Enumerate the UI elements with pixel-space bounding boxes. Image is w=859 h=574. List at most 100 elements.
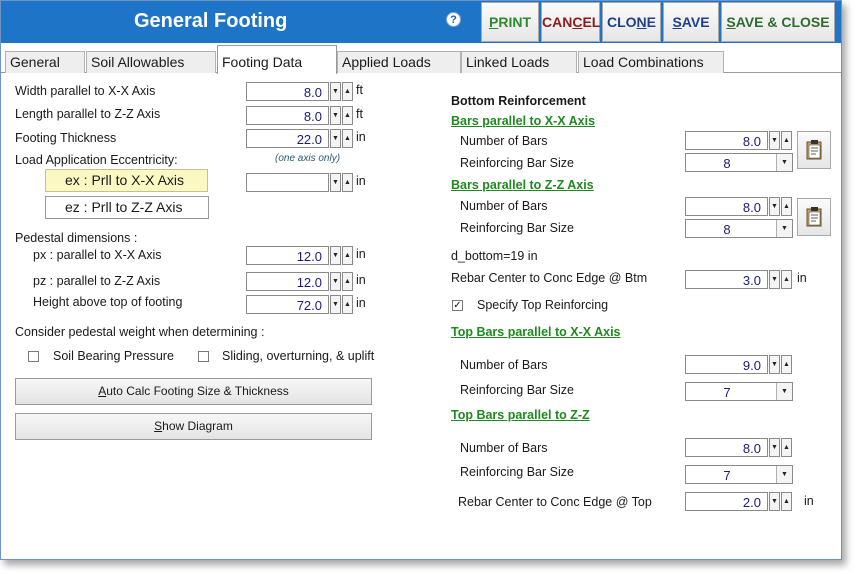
bars-x-number-input[interactable]: 8.0 (685, 131, 768, 150)
bars-x-size-label: Reinforcing Bar Size (460, 156, 574, 170)
pedestal-height-increment-icon[interactable]: ▲ (342, 295, 353, 314)
width-dropdown-icon[interactable]: ▼ (330, 82, 341, 101)
px-input[interactable]: 12.0 (246, 246, 329, 265)
top-z-number-input[interactable]: 8.0 (685, 438, 768, 457)
help-icon[interactable]: ? (446, 12, 461, 27)
specify-top-checkbox[interactable]: ✓ (452, 300, 463, 311)
top-bars-x-link[interactable]: Top Bars parallel to X-X Axis (451, 325, 621, 339)
auto-calc-footing-button[interactable]: Auto Calc Footing Size & Thickness (15, 378, 372, 405)
show-diagram-button[interactable]: Show Diagram (15, 413, 372, 440)
ex-eccentricity-button[interactable]: ex : Prll to X-X Axis (45, 169, 208, 192)
length-input[interactable]: 8.0 (246, 106, 329, 125)
length-unit: ft (356, 107, 363, 121)
tab-applied-loads[interactable]: Applied Loads (337, 51, 461, 73)
bars-z-size-select[interactable]: 8 ▼ (685, 219, 793, 238)
rebar-btm-dropdown-icon[interactable]: ▼ (769, 270, 780, 289)
px-dropdown-icon[interactable]: ▼ (330, 246, 341, 265)
thickness-dropdown-icon[interactable]: ▼ (330, 129, 341, 148)
bars-x-number-label: Number of Bars (460, 134, 548, 148)
top-x-number-increment-icon[interactable]: ▲ (781, 355, 792, 374)
eccentricity-increment-icon[interactable]: ▲ (342, 173, 353, 192)
thickness-unit: in (356, 130, 366, 144)
general-footing-window: General Footing ? PRINT CANCEL CLONE SAV… (0, 0, 842, 560)
rebar-top-input[interactable]: 2.0 (685, 492, 768, 511)
bars-x-link[interactable]: Bars parallel to X-X Axis (451, 114, 595, 128)
top-z-number-label: Number of Bars (460, 441, 548, 455)
top-z-number-dropdown-icon[interactable]: ▼ (769, 438, 780, 457)
length-dropdown-icon[interactable]: ▼ (330, 106, 341, 125)
chevron-down-icon: ▼ (776, 383, 792, 400)
bars-x-number-increment-icon[interactable]: ▲ (781, 131, 792, 150)
specify-top-label: Specify Top Reinforcing (477, 298, 609, 312)
pedestal-dimensions-label: Pedestal dimensions : (15, 231, 138, 245)
eccentricity-hint: (one axis only) (275, 153, 341, 164)
px-increment-icon[interactable]: ▲ (342, 246, 353, 265)
rebar-btm-increment-icon[interactable]: ▲ (781, 270, 792, 289)
top-x-number-input[interactable]: 9.0 (685, 355, 768, 374)
eccentricity-input[interactable] (246, 173, 329, 192)
thickness-input[interactable]: 22.0 (246, 129, 329, 148)
chevron-down-icon: ▼ (776, 466, 792, 483)
bars-z-number-increment-icon[interactable]: ▲ (781, 197, 792, 216)
top-x-size-label: Reinforcing Bar Size (460, 383, 574, 397)
length-increment-icon[interactable]: ▲ (342, 106, 353, 125)
clone-button[interactable]: CLONE (602, 2, 661, 42)
top-z-number-increment-icon[interactable]: ▲ (781, 438, 792, 457)
save-and-close-button[interactable]: SAVE & CLOSE (721, 2, 835, 42)
width-label: Width parallel to X-X Axis (15, 84, 156, 98)
chevron-down-icon: ▼ (776, 220, 792, 237)
tab-linked-loads[interactable]: Linked Loads (461, 51, 577, 73)
print-button[interactable]: PRINT (481, 2, 539, 42)
title-bar: General Footing ? PRINT CANCEL CLONE SAV… (1, 1, 841, 43)
tab-soil-allowables[interactable]: Soil Allowables (86, 51, 216, 73)
rebar-btm-label: Rebar Center to Conc Edge @ Btm (451, 271, 648, 285)
bottom-reinforcement-title: Bottom Reinforcement (451, 94, 586, 108)
bars-z-number-dropdown-icon[interactable]: ▼ (769, 197, 780, 216)
bars-x-number-dropdown-icon[interactable]: ▼ (769, 131, 780, 150)
bars-z-number-input[interactable]: 8.0 (685, 197, 768, 216)
clipboard-icon[interactable] (797, 198, 831, 236)
rebar-btm-input[interactable]: 3.0 (685, 270, 768, 289)
thickness-increment-icon[interactable]: ▲ (342, 129, 353, 148)
chevron-down-icon: ▼ (776, 154, 792, 171)
tab-general[interactable]: General (5, 51, 85, 73)
thickness-label: Footing Thickness (15, 131, 117, 145)
width-input[interactable]: 8.0 (246, 82, 329, 101)
bars-x-size-select[interactable]: 8 ▼ (685, 153, 793, 172)
tab-strip: General Soil Allowables Footing Data App… (1, 43, 841, 74)
save-button[interactable]: SAVE (663, 2, 719, 42)
top-x-number-dropdown-icon[interactable]: ▼ (769, 355, 780, 374)
rebar-top-unit: in (804, 494, 814, 508)
pz-input[interactable]: 12.0 (246, 272, 329, 291)
pedestal-height-label: Height above top of footing (33, 295, 183, 309)
d-bottom-text: d_bottom=19 in (451, 249, 538, 263)
px-unit: in (356, 247, 366, 261)
bars-z-link[interactable]: Bars parallel to Z-Z Axis (451, 178, 594, 192)
rebar-btm-unit: in (797, 271, 807, 285)
pz-dropdown-icon[interactable]: ▼ (330, 272, 341, 291)
pz-unit: in (356, 273, 366, 287)
top-bars-z-link[interactable]: Top Bars parallel to Z-Z (451, 408, 590, 422)
top-z-size-select[interactable]: 7 ▼ (685, 465, 793, 484)
pz-increment-icon[interactable]: ▲ (342, 272, 353, 291)
width-increment-icon[interactable]: ▲ (342, 82, 353, 101)
clipboard-icon[interactable] (797, 131, 831, 169)
eccentricity-unit: in (356, 174, 366, 188)
soil-bearing-checkbox[interactable] (28, 351, 39, 362)
ez-eccentricity-button[interactable]: ez : Prll to Z-Z Axis (45, 196, 209, 219)
pedestal-height-dropdown-icon[interactable]: ▼ (330, 295, 341, 314)
pedestal-height-input[interactable]: 72.0 (246, 295, 329, 314)
cancel-button[interactable]: CANCEL (541, 2, 600, 42)
width-unit: ft (356, 83, 363, 97)
top-x-size-select[interactable]: 7 ▼ (685, 382, 793, 401)
bars-z-number-label: Number of Bars (460, 199, 548, 213)
eccentricity-label: Load Application Eccentricity: (15, 153, 178, 167)
sliding-checkbox[interactable] (198, 351, 209, 362)
tab-footing-data[interactable]: Footing Data (217, 45, 337, 74)
rebar-top-increment-icon[interactable]: ▲ (781, 492, 792, 511)
eccentricity-dropdown-icon[interactable]: ▼ (330, 173, 341, 192)
rebar-top-dropdown-icon[interactable]: ▼ (769, 492, 780, 511)
bars-z-size-label: Reinforcing Bar Size (460, 221, 574, 235)
tab-load-combinations[interactable]: Load Combinations (578, 51, 724, 73)
px-label: px : parallel to X-X Axis (33, 248, 162, 262)
